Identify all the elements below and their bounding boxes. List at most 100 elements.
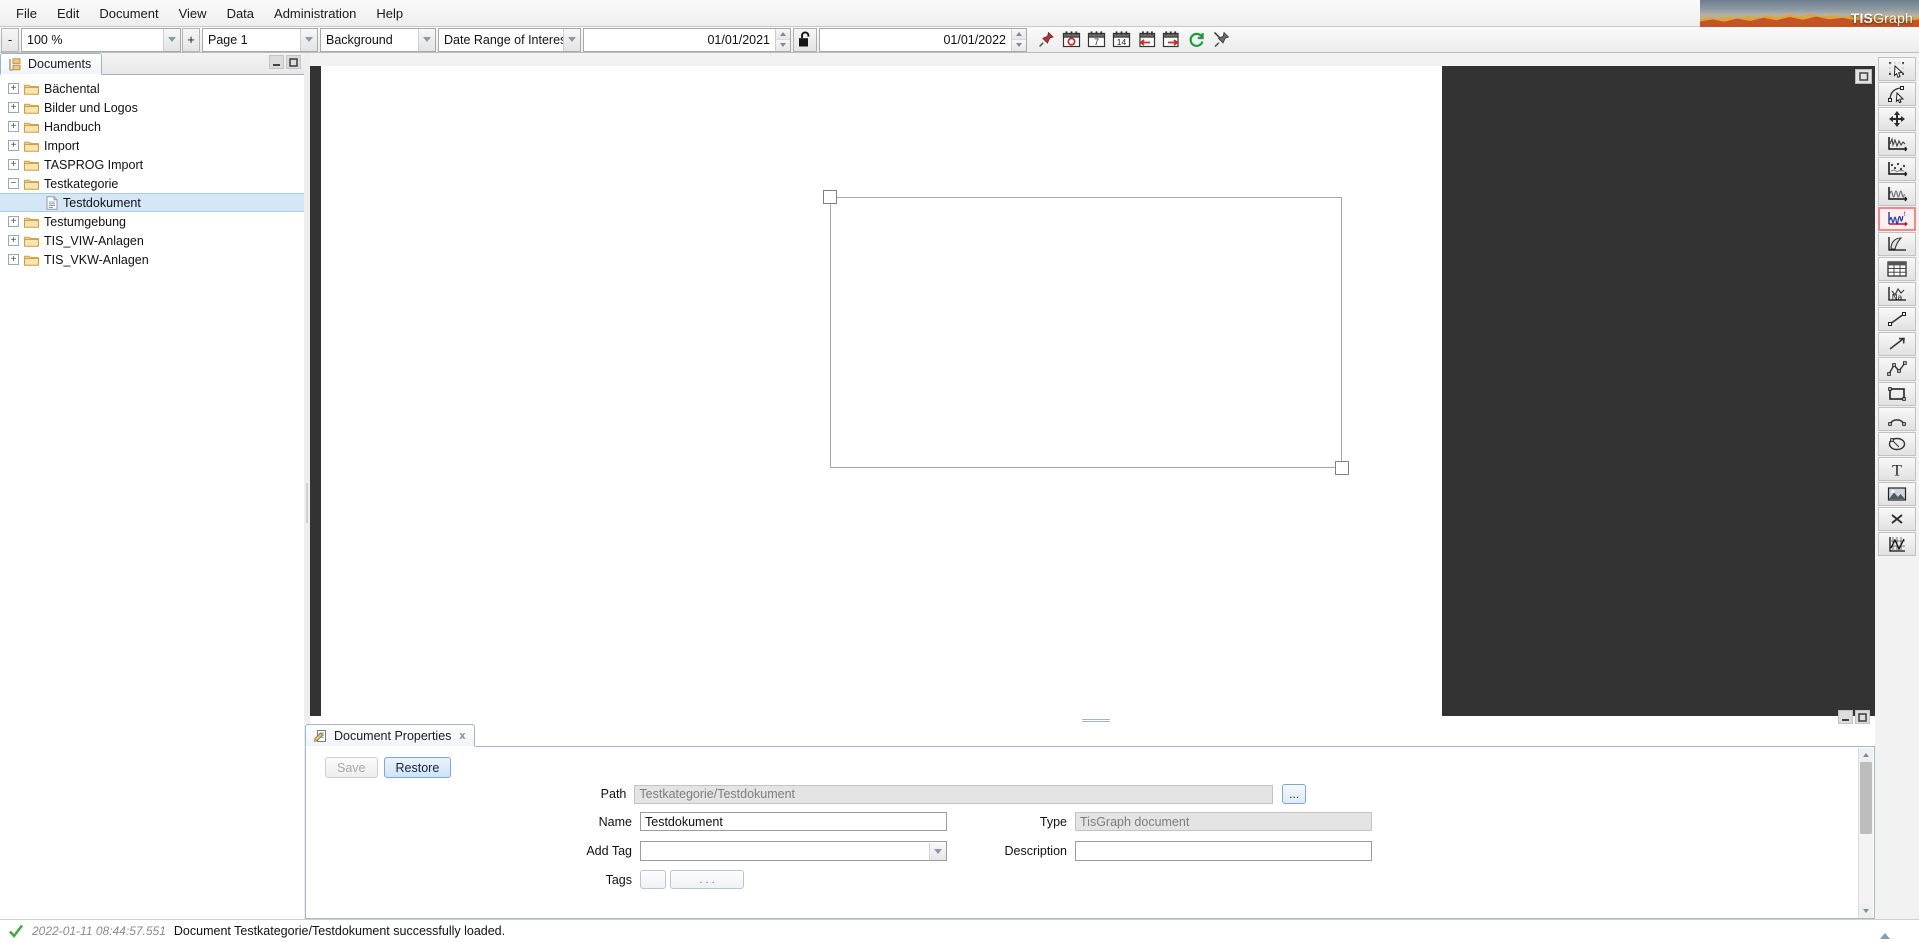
tree-item-tis-viw-anlagen[interactable]: +TIS_VIW-Anlagen — [0, 231, 304, 250]
expand-icon[interactable]: + — [8, 216, 19, 227]
canvas-page-sheet[interactable] — [321, 66, 1442, 716]
zoom-out-button[interactable]: - — [1, 28, 19, 52]
properties-minimize-button[interactable] — [1838, 710, 1853, 724]
tree-item-b-chental[interactable]: +Bächental — [0, 79, 304, 98]
calendar-14-days-button[interactable]: 14 — [1109, 28, 1133, 52]
tab-document-properties[interactable]: Document Properties x — [305, 724, 475, 747]
documents-minimize-button[interactable] — [269, 55, 284, 69]
expand-icon[interactable]: + — [8, 235, 19, 246]
time-series-chart-tool-button[interactable]: t — [1878, 207, 1916, 231]
menu-item-document[interactable]: Document — [89, 2, 168, 25]
area-fill-tool-button[interactable] — [1878, 232, 1916, 256]
image-tool-button[interactable] — [1878, 482, 1916, 506]
expand-icon[interactable]: + — [8, 102, 19, 113]
range-mode-combo[interactable]: Date Range of Interest — [438, 28, 581, 52]
tree-item-import[interactable]: +Import — [0, 136, 304, 155]
tree-item-testdokument[interactable]: Testdokument — [0, 193, 304, 212]
data-table-tool-button[interactable] — [1878, 257, 1916, 281]
description-input[interactable] — [1075, 841, 1372, 861]
documents-maximize-button[interactable] — [286, 55, 301, 69]
expand-icon[interactable]: + — [8, 159, 19, 170]
date-to-spin-up-icon[interactable] — [1012, 29, 1026, 41]
menu-item-view[interactable]: View — [169, 2, 217, 25]
page-combo[interactable]: Page 1 — [202, 28, 318, 52]
path-browse-button[interactable]: ... — [1282, 784, 1306, 804]
calendar-shift-forward-button[interactable] — [1159, 28, 1183, 52]
menu-item-administration[interactable]: Administration — [264, 2, 366, 25]
properties-maximize-button[interactable] — [1855, 710, 1870, 724]
tree-item-handbuch[interactable]: +Handbuch — [0, 117, 304, 136]
zoom-dropdown-arrow-icon[interactable] — [163, 29, 180, 51]
date-range-lock-button[interactable] — [793, 28, 817, 52]
delete-tool-button[interactable] — [1878, 507, 1916, 531]
layer-combo[interactable]: Background — [320, 28, 436, 52]
menu-item-help[interactable]: Help — [366, 2, 413, 25]
splitter-grip-handle[interactable] — [1082, 719, 1110, 722]
scrollbar-thumb[interactable] — [1860, 762, 1872, 834]
date-from-spin-up-icon[interactable] — [776, 29, 790, 41]
restore-button[interactable]: Restore — [384, 757, 452, 778]
tree-item-tis-vkw-anlagen[interactable]: +TIS_VKW-Anlagen — [0, 250, 304, 269]
zoom-combo[interactable]: 100 % — [21, 28, 181, 52]
tab-document-properties-close-icon[interactable]: x — [457, 730, 465, 742]
tags-chip[interactable]: . . . — [670, 870, 744, 889]
arrow-tool-button[interactable] — [1878, 332, 1916, 356]
polyline-tool-button[interactable] — [1878, 357, 1916, 381]
name-input[interactable]: Testdokument — [640, 812, 947, 831]
expand-icon[interactable]: + — [8, 254, 19, 265]
layer-dropdown-arrow-icon[interactable] — [418, 29, 435, 51]
refresh-button[interactable] — [1184, 28, 1208, 52]
documents-tree[interactable]: +Bächental+Bilder und Logos+Handbuch+Imp… — [0, 75, 305, 918]
pan-move-tool-button[interactable] — [1878, 107, 1916, 131]
properties-vertical-scrollbar[interactable] — [1858, 748, 1873, 918]
rectangle-tool-button[interactable] — [1878, 382, 1916, 406]
line-chart-tool-button[interactable] — [1878, 132, 1916, 156]
line-tool-button[interactable] — [1878, 307, 1916, 331]
canvas-maximize-button[interactable] — [1855, 69, 1872, 84]
tags-add-chip[interactable] — [640, 870, 666, 889]
date-from-spin-buttons[interactable] — [775, 29, 790, 51]
ellipse-tool-button[interactable] — [1878, 432, 1916, 456]
calendar-7-days-button[interactable]: 7 — [1084, 28, 1108, 52]
signal-curve-tool-button[interactable] — [1878, 182, 1916, 206]
page-dropdown-arrow-icon[interactable] — [300, 29, 317, 51]
date-from-spinner[interactable]: 01/01/2021 — [583, 28, 791, 52]
tree-item-testumgebung[interactable]: +Testumgebung — [0, 212, 304, 231]
zoom-in-button[interactable]: + — [182, 28, 200, 52]
menu-item-file[interactable]: File — [6, 2, 47, 25]
tree-item-testkategorie[interactable]: −Testkategorie — [0, 174, 304, 193]
calendar-today-button[interactable] — [1059, 28, 1083, 52]
tab-documents[interactable]: Documents — [0, 53, 102, 75]
axis-grid-tool-button[interactable] — [1878, 532, 1916, 556]
add-tag-combo[interactable] — [640, 841, 947, 861]
collapse-icon[interactable]: − — [8, 178, 19, 189]
date-to-spin-buttons[interactable] — [1011, 29, 1026, 51]
date-to-spinner[interactable]: 01/01/2022 — [819, 28, 1027, 52]
resize-handle-bottom-right[interactable] — [1335, 461, 1349, 475]
save-button[interactable]: Save — [325, 757, 378, 778]
pin-button[interactable] — [1034, 28, 1058, 52]
resize-handle-top-left[interactable] — [823, 190, 837, 204]
menu-item-data[interactable]: Data — [217, 2, 264, 25]
tree-item-bilder-und-logos[interactable]: +Bilder und Logos — [0, 98, 304, 117]
add-tag-dropdown-arrow-icon[interactable] — [929, 843, 946, 860]
unpin-all-button[interactable] — [1209, 28, 1233, 52]
tree-item-tasprog-import[interactable]: +TASPROG Import — [0, 155, 304, 174]
statistics-na-tool-button[interactable]: Na — [1878, 282, 1916, 306]
expand-icon[interactable]: + — [8, 140, 19, 151]
document-canvas[interactable] — [310, 66, 1875, 716]
menu-item-edit[interactable]: Edit — [47, 2, 89, 25]
scrollbar-down-arrow-icon[interactable] — [1859, 904, 1873, 918]
selected-element-outline[interactable] — [830, 197, 1342, 468]
date-to-spin-down-icon[interactable] — [1012, 40, 1026, 51]
text-tool-button[interactable]: T — [1878, 457, 1916, 481]
select-arrow-tool-button[interactable] — [1878, 57, 1916, 81]
expand-icon[interactable]: + — [8, 83, 19, 94]
node-edit-tool-button[interactable] — [1878, 82, 1916, 106]
calendar-shift-back-button[interactable] — [1134, 28, 1158, 52]
scrollbar-up-arrow-icon[interactable] — [1859, 748, 1873, 762]
arc-tool-button[interactable] — [1878, 407, 1916, 431]
expand-icon[interactable]: + — [8, 121, 19, 132]
date-from-spin-down-icon[interactable] — [776, 40, 790, 51]
scatter-chart-tool-button[interactable] — [1878, 157, 1916, 181]
